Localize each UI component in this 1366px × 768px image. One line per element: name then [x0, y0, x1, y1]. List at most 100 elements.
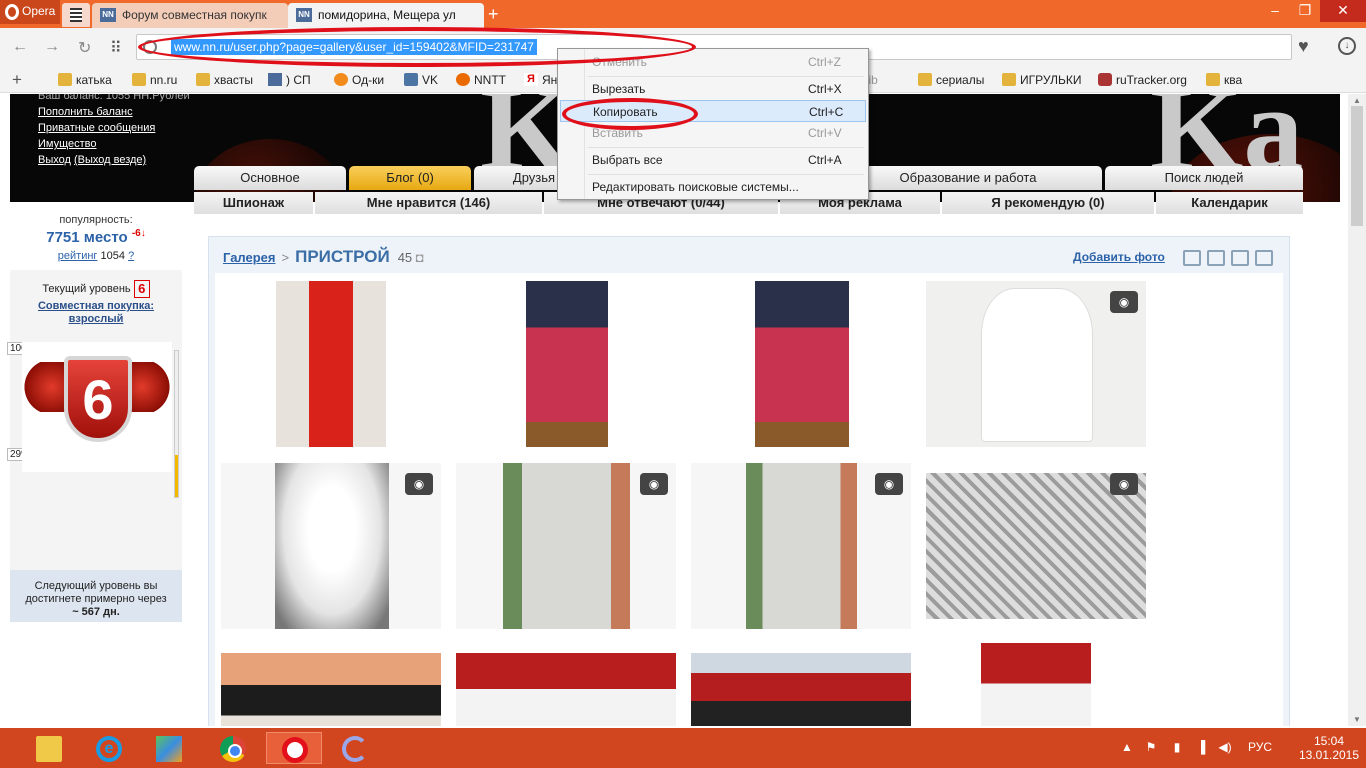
menu-item-paste[interactable]: Вставить Ctrl+V — [560, 122, 866, 144]
level-box: Текущий уровень 6 Совместная покупка: вз… — [7, 270, 182, 622]
bookmark-igrulki[interactable]: ИГРУЛЬКИ — [1002, 73, 1081, 87]
property-link[interactable]: Имущество — [38, 136, 190, 152]
bookmark-yandex[interactable]: Я Ян — [524, 73, 557, 87]
menu-item-copy[interactable]: Копировать Ctrl+C — [560, 100, 866, 122]
private-messages-link[interactable]: Приватные сообщения — [38, 120, 190, 136]
taskbar-game[interactable] — [144, 732, 192, 764]
photo-thumbnail[interactable]: ◉ — [691, 463, 911, 629]
rating-help-link[interactable]: ? — [128, 250, 134, 262]
battery-icon[interactable]: ▮ — [1170, 740, 1184, 754]
yandex-icon: Я — [524, 73, 538, 86]
taskbar-explorer[interactable] — [24, 732, 72, 764]
nn-icon — [268, 73, 282, 86]
menu-item-undo[interactable]: Отменить Ctrl+Z — [560, 51, 866, 73]
bookmark-nnru[interactable]: nn.ru — [132, 73, 177, 87]
windows-taskbar: e ▲ ⚑ ▮ ▐ ◀) РУС 15:04 13.01.2015 — [0, 728, 1366, 768]
restore-button[interactable]: ❐ — [1290, 0, 1320, 22]
bookmark-hvasty[interactable]: хвасты — [196, 73, 253, 87]
tab-people-search[interactable]: Поиск людей — [1105, 166, 1303, 190]
photo-thumbnail[interactable] — [981, 643, 1091, 726]
gallery-panel: Галерея > ПРИСТРОЙ 45 ◘ Добавить фото ◉ ◉ — [208, 236, 1290, 726]
tab-pinned-film[interactable] — [62, 3, 90, 27]
level-progress-fill — [175, 454, 178, 497]
tab-blog[interactable]: Блог (0) — [349, 166, 471, 190]
taskbar-opera[interactable] — [266, 732, 322, 764]
bookmark-nntt[interactable]: NNTT — [456, 73, 506, 87]
language-indicator[interactable]: РУС — [1248, 740, 1272, 754]
tab-likes[interactable]: Мне нравится (146) — [315, 192, 542, 214]
add-album-icon[interactable] — [1183, 250, 1201, 266]
tab-forum[interactable]: NN Форум совместная покупк — [92, 3, 288, 28]
add-bookmark-button[interactable]: + — [12, 70, 22, 90]
menu-item-select-all[interactable]: Выбрать все Ctrl+A — [560, 149, 866, 171]
action-center-icon[interactable]: ⚑ — [1144, 740, 1158, 754]
taskbar-chrome[interactable] — [208, 732, 256, 764]
photo-thumbnail[interactable]: ◉ — [221, 463, 441, 629]
scroll-down-icon[interactable]: ▼ — [1353, 715, 1361, 724]
minimize-button[interactable]: – — [1260, 0, 1290, 22]
add-photo-link[interactable]: Добавить фото — [1073, 250, 1165, 264]
clock[interactable]: 15:04 13.01.2015 — [1298, 734, 1360, 762]
page-scrollbar[interactable]: ▲ ▼ — [1348, 94, 1366, 726]
gallery-breadcrumb-link[interactable]: Галерея — [223, 250, 276, 265]
taskbar-app[interactable] — [330, 732, 378, 764]
bookmark-katka[interactable]: катька — [58, 73, 112, 87]
tab-recommend[interactable]: Я рекомендую (0) — [942, 192, 1154, 214]
close-button[interactable]: ✕ — [1320, 0, 1366, 22]
photo-thumbnail[interactable] — [526, 281, 608, 447]
bookmark-serialy[interactable]: сериалы — [918, 73, 984, 87]
tray-expand-icon[interactable]: ▲ — [1120, 740, 1134, 754]
vk-icon — [404, 73, 418, 86]
bookmark-sp[interactable]: ) СП — [268, 73, 311, 87]
speed-dial-icon[interactable]: ⠿ — [110, 38, 122, 58]
tab-active-user-gallery[interactable]: NN помидорина, Мещера ул — [288, 3, 484, 28]
bookmark-kva[interactable]: ква — [1206, 73, 1242, 87]
download-icon[interactable]: ↓ — [1338, 37, 1356, 55]
rating-link[interactable]: рейтинг — [58, 250, 98, 262]
tab-education-work[interactable]: Образование и работа — [834, 166, 1102, 190]
level-shield-icon: 6 — [64, 356, 132, 442]
photo-thumbnail[interactable] — [276, 281, 386, 447]
volume-icon[interactable]: ◀) — [1218, 740, 1232, 754]
photo-thumbnail[interactable]: ◉ — [456, 463, 676, 629]
bookmark-heart-icon[interactable]: ♥ — [1298, 36, 1309, 57]
top-up-balance-link[interactable]: Пополнить баланс — [38, 104, 190, 120]
level-progress-bar — [174, 350, 179, 498]
network-icon[interactable]: ▐ — [1194, 740, 1208, 754]
bookmark-odnoklassniki[interactable]: Од-ки — [334, 73, 384, 87]
photo-thumbnail[interactable]: ◉ — [926, 281, 1146, 447]
scroll-up-icon[interactable]: ▲ — [1353, 96, 1361, 105]
photo-thumbnail[interactable] — [456, 653, 676, 726]
logout-everywhere-link[interactable]: (Выход везде) — [74, 154, 146, 166]
photo-thumbnail[interactable] — [691, 653, 911, 726]
bookmark-rutracker[interactable]: ruTracker.org — [1098, 73, 1187, 87]
scrollbar-thumb[interactable] — [1351, 106, 1363, 226]
taskbar-ie[interactable]: e — [84, 732, 132, 764]
hidden-eye-icon: ◉ — [1110, 473, 1138, 495]
back-button[interactable]: ← — [12, 38, 28, 56]
photo-thumbnail[interactable] — [755, 281, 849, 447]
forward-button[interactable]: → — [44, 38, 60, 56]
menu-item-edit-search-engines[interactable]: Редактировать поисковые системы... — [560, 176, 866, 198]
hidden-eye-icon: ◉ — [1110, 291, 1138, 313]
joint-purchase-link[interactable]: Совместная покупка: взрослый — [10, 300, 182, 326]
tab-main[interactable]: Основное — [194, 166, 346, 190]
tab-calendar[interactable]: Календарик — [1156, 192, 1303, 214]
tab-spy[interactable]: Шпионаж — [194, 192, 313, 214]
download-album-icon[interactable] — [1231, 250, 1249, 266]
edit-album-icon[interactable] — [1255, 250, 1273, 266]
gallery-header: Галерея > ПРИСТРОЙ 45 ◘ — [223, 247, 424, 266]
menu-divider — [588, 76, 864, 77]
bookmark-vk[interactable]: VK — [404, 73, 438, 87]
gallery-tools — [1183, 250, 1273, 266]
new-tab-button[interactable]: + — [488, 4, 499, 24]
opera-menu-button[interactable]: Opera — [0, 0, 60, 24]
menu-item-cut[interactable]: Вырезать Ctrl+X — [560, 78, 866, 100]
photo-thumbnail[interactable]: ◉ — [926, 473, 1146, 619]
upload-icon[interactable] — [1207, 250, 1225, 266]
folder-icon — [132, 73, 146, 86]
photo-thumbnail[interactable] — [221, 653, 441, 726]
reload-button[interactable]: ↻ — [78, 38, 91, 58]
logout-link[interactable]: Выход — [38, 154, 71, 166]
url-text-selected[interactable]: www.nn.ru/user.php?page=gallery&user_id=… — [171, 39, 537, 55]
